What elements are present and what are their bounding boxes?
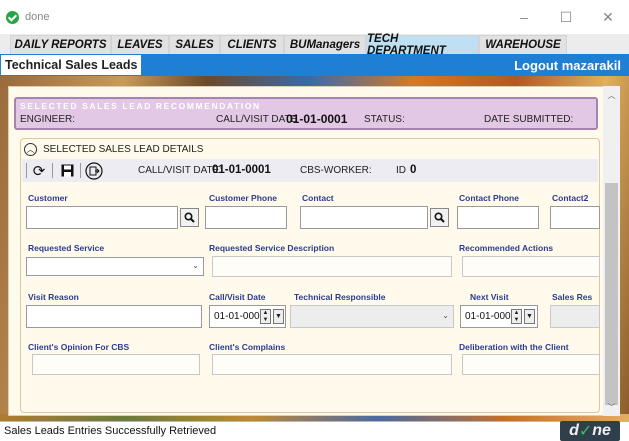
save-icon[interactable] [57, 161, 77, 180]
title-bar: done – ☐ ✕ [0, 0, 629, 34]
logo-ne: ne [592, 422, 611, 439]
clients-complains-label: Client's Complains [209, 342, 286, 352]
export-icon[interactable] [84, 161, 104, 180]
calendar-dropdown-icon[interactable]: ▼ [273, 309, 284, 324]
scroll-up-icon[interactable]: ︿ [603, 90, 620, 101]
chevron-down-icon: ⌄ [442, 311, 449, 320]
tab-daily-reports[interactable]: DAILY REPORTS [10, 35, 111, 54]
calendar-dropdown-icon[interactable]: ▼ [524, 309, 535, 324]
toolbar-separator [80, 163, 81, 178]
tab-tech-department[interactable]: TECH DEPARTMENT [366, 33, 479, 57]
window-title: done [25, 11, 50, 23]
contact-phone-label: Contact Phone [459, 193, 519, 203]
status-label: STATUS: [364, 114, 405, 125]
app-check-icon [6, 10, 19, 24]
tab-bar: DAILY REPORTS LEAVES SALES CLIENTS BUMan… [0, 33, 629, 57]
date-submitted-label: DATE SUBMITTED: [484, 114, 574, 125]
search-icon [434, 212, 445, 223]
tab-sales[interactable]: SALES [169, 35, 220, 54]
requested-service-desc-label: Requested Service Description [209, 243, 335, 253]
toolbar-separator [52, 163, 53, 178]
scrollbar-thumb[interactable] [605, 183, 618, 405]
status-bar: Sales Leads Entries Successfully Retriev… [0, 421, 629, 441]
visit-date-value: 01-01-0001 [286, 112, 348, 126]
contact2-input[interactable] [550, 206, 600, 229]
clients-opinion-label: Client's Opinion For CBS [28, 342, 130, 352]
recommendation-box: SELECTED SALES LEAD RECOMMENDATION ENGIN… [14, 97, 598, 130]
requested-service-select[interactable]: ⌄ [26, 257, 204, 276]
minimize-button[interactable]: – [503, 0, 545, 34]
chevron-down-icon: ⌄ [192, 261, 199, 270]
customer-input[interactable] [26, 206, 178, 229]
scroll-down-icon[interactable]: ﹀ [603, 402, 620, 413]
toolbar-separator [26, 163, 27, 178]
details-header: ︿ SELECTED SALES LEAD DETAILS [24, 143, 203, 156]
customer-label: Customer [28, 193, 68, 203]
search-icon [184, 212, 195, 223]
page-header: Technical Sales Leads Logout mazarakil [0, 54, 629, 76]
cbs-worker-label: CBS-WORKER: [300, 165, 372, 176]
logo-d: d [569, 422, 579, 439]
call-visit-date-picker[interactable]: 01-01-0001 ▲ ▼ ▼ [209, 305, 286, 328]
visit-reason-input[interactable] [26, 305, 202, 328]
details-toolbar: ⟳ CALL/VISIT DATE: 01-01-0001 CBS-WORKER… [22, 159, 598, 182]
id-label: ID [396, 165, 406, 176]
date-spinner-icon[interactable]: ▲ ▼ [511, 309, 522, 324]
sales-res-label: Sales Res [552, 292, 593, 302]
maximize-button[interactable]: ☐ [545, 0, 587, 34]
requested-service-desc-input[interactable] [212, 256, 452, 277]
status-message: Sales Leads Entries Successfully Retriev… [4, 425, 217, 437]
contact-search-button[interactable] [430, 208, 449, 227]
engineer-label: ENGINEER: [20, 114, 76, 125]
technical-responsible-label: Technical Responsible [294, 292, 386, 302]
technical-responsible-select[interactable]: ⌄ [290, 305, 454, 328]
logo-check-icon: ✓ [578, 423, 593, 440]
tab-leaves[interactable]: LEAVES [111, 35, 169, 54]
contact-input[interactable] [300, 206, 428, 229]
page-title: Technical Sales Leads [0, 54, 142, 76]
customer-search-button[interactable] [180, 208, 199, 227]
done-logo: d ✓ ne [560, 421, 620, 441]
toolbar-visit-date-label: CALL/VISIT DATE: [138, 165, 223, 176]
clients-complains-input[interactable] [212, 354, 452, 375]
recommended-actions-input[interactable] [462, 256, 600, 277]
id-value: 0 [410, 164, 417, 176]
clients-opinion-input[interactable] [32, 354, 200, 375]
refresh-icon[interactable]: ⟳ [29, 161, 49, 180]
deliberation-label: Deliberation with the Client [459, 342, 569, 352]
deliberation-input[interactable] [462, 354, 600, 375]
collapse-icon[interactable]: ︿ [24, 143, 37, 156]
call-visit-date-label: Call/Visit Date [209, 292, 266, 302]
recommendation-legend: SELECTED SALES LEAD RECOMMENDATION [20, 101, 261, 111]
next-visit-label: Next Visit [470, 292, 509, 302]
toolbar-visit-date-value: 01-01-0001 [212, 164, 271, 176]
contact-phone-input[interactable] [457, 206, 539, 229]
contact-label: Contact [302, 193, 334, 203]
details-title: SELECTED SALES LEAD DETAILS [43, 144, 204, 155]
customer-phone-label: Customer Phone [209, 193, 278, 203]
close-button[interactable]: ✕ [587, 0, 629, 34]
recommended-actions-label: Recommended Actions [459, 243, 554, 253]
requested-service-label: Requested Service [28, 243, 105, 253]
tab-clients[interactable]: CLIENTS [220, 35, 284, 54]
visit-reason-label: Visit Reason [28, 292, 79, 302]
call-visit-date-value: 01-01-0001 [214, 311, 266, 322]
tab-warehouse[interactable]: WAREHOUSE [479, 35, 567, 54]
next-visit-value: 01-01-0001 [465, 311, 517, 322]
date-spinner-icon[interactable]: ▲ ▼ [260, 309, 271, 324]
logout-link[interactable]: Logout mazarakil [514, 54, 621, 76]
tab-bumanagers[interactable]: BUManagers [284, 35, 366, 54]
contact2-label: Contact2 [552, 193, 589, 203]
sales-res-input[interactable] [550, 305, 600, 328]
customer-phone-input[interactable] [205, 206, 287, 229]
next-visit-date-picker[interactable]: 01-01-0001 ▲ ▼ ▼ [460, 305, 538, 328]
